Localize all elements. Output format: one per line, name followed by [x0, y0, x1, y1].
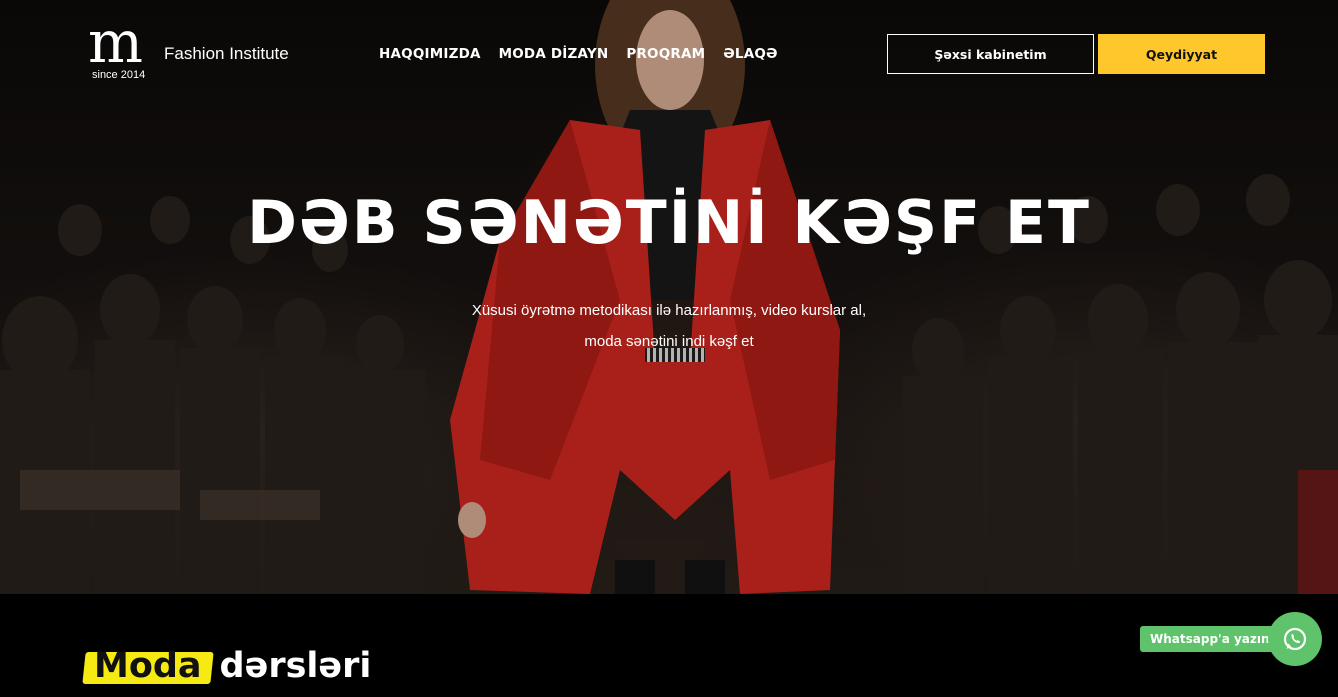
whatsapp-icon: [1283, 627, 1307, 651]
logo-mark: m: [88, 8, 143, 76]
hero-subtitle-line1: Xüsusi öyrətmə metodikası ilə hazırlanmı…: [471, 302, 867, 319]
nav-program[interactable]: PROQRAM: [626, 46, 705, 62]
logo[interactable]: m since 2014 Fashion Institute: [88, 10, 308, 84]
heading-highlight: Moda: [88, 646, 208, 686]
hero-subtitle-line2: moda sənətini indi kəşf et: [584, 333, 754, 350]
lessons-section: Moda dərsləri: [0, 594, 1338, 697]
hero-title: DƏB SƏNƏTİNİ KƏŞF ET: [247, 188, 1091, 258]
personal-cabinet-button[interactable]: Şəxsi kabinetim: [887, 34, 1094, 74]
logo-name: Fashion Institute: [164, 44, 289, 63]
hero-banner: [0, 0, 1338, 594]
nav-about[interactable]: HAQQIMIZDA: [379, 46, 481, 62]
whatsapp-button[interactable]: [1268, 612, 1322, 666]
hero-overlay: [0, 0, 1338, 594]
nav-contact[interactable]: ƏLAQƏ: [723, 46, 777, 62]
heading-rest: dərsləri: [219, 646, 372, 686]
nav-fashion-design[interactable]: MODA DİZAYN: [499, 46, 609, 62]
register-button[interactable]: Qeydiyyat: [1098, 34, 1265, 74]
section-heading: Moda dərsləri: [88, 646, 371, 686]
main-nav: HAQQIMIZDA MODA DİZAYN PROQRAM ƏLAQƏ: [379, 46, 778, 62]
logo-since: since 2014: [92, 69, 146, 81]
whatsapp-label[interactable]: Whatsapp'a yazın: [1140, 626, 1280, 652]
